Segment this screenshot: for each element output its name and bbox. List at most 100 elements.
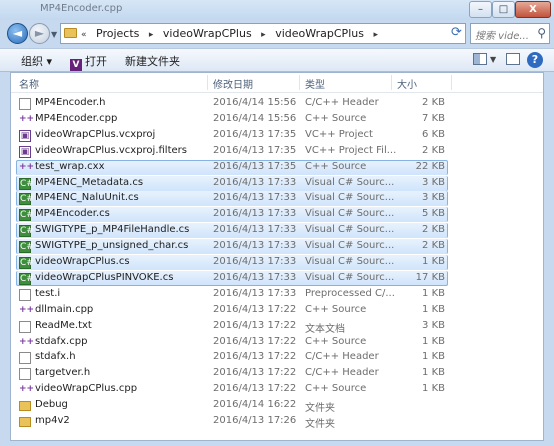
column-header-date[interactable]: 修改日期 — [213, 76, 253, 91]
file-date: 2016/4/13 17:35 — [213, 144, 297, 156]
file-name: videoWrapCPlus.vcxproj — [35, 128, 156, 140]
file-date: 2016/4/13 17:33 — [213, 256, 297, 267]
search-input[interactable]: 搜索 vide... ⚲ — [470, 23, 550, 44]
column-divider[interactable] — [207, 75, 208, 90]
breadcrumb-separator[interactable]: ▸ — [149, 30, 154, 40]
visual-studio-icon: V — [70, 59, 82, 71]
file-size: 5 KB — [422, 208, 445, 220]
breadcrumb-separator[interactable]: ▸ — [261, 30, 266, 40]
file-name: test_wrap.cxx — [35, 160, 105, 172]
file-row[interactable]: ReadMe.txt 2016/4/13 17:22 文本文档 3 KB — [11, 319, 543, 335]
forward-button[interactable]: ► — [29, 23, 50, 44]
file-row[interactable]: mp4v2 2016/4/13 17:26 文件夹 — [11, 414, 543, 430]
file-name: dllmain.cpp — [35, 303, 94, 315]
file-type: C++ Source — [305, 160, 367, 172]
file-row[interactable]: C# MP4ENC_NaluUnit.cs 2016/4/13 17:33 Visua… — [11, 191, 543, 207]
title-bar[interactable]: MP4Encoder.cpp – □ X — [0, 0, 554, 20]
file-size: 2 KB — [422, 240, 445, 252]
preprocessed-file-icon — [19, 288, 31, 301]
back-button[interactable]: ◄ — [7, 23, 28, 44]
file-date: 2016/4/13 17:33 — [213, 287, 297, 299]
file-name: mp4v2 — [35, 415, 70, 426]
cpp-file-icon: ++ — [19, 113, 35, 124]
open-button[interactable]: V 打开 — [70, 53, 107, 71]
cs-file-icon: C# — [19, 241, 34, 254]
file-size: 7 KB — [422, 112, 445, 124]
column-divider[interactable] — [391, 75, 392, 90]
file-name: stdafx.cpp — [35, 335, 88, 347]
file-row[interactable]: MP4Encoder.h 2016/4/14 15:56 C/C++ Header 2… — [11, 96, 543, 112]
file-row[interactable]: C# SWIGTYPE_p_MP4FileHandle.cs 2016/4/13 1… — [11, 223, 543, 239]
search-placeholder: 搜索 vide... — [475, 31, 529, 42]
cpp-file-icon: ++ — [19, 384, 35, 395]
file-row[interactable]: ++ dllmain.cpp 2016/4/13 17:22 C++ Source 1 … — [11, 303, 543, 319]
file-row[interactable]: targetver.h 2016/4/13 17:22 C/C++ Header 1 … — [11, 366, 543, 382]
window-title: MP4Encoder.cpp — [40, 3, 123, 14]
file-date: 2016/4/14 15:56 — [213, 112, 297, 124]
maximize-button[interactable]: □ — [492, 1, 515, 18]
file-date: 2016/4/13 17:22 — [213, 351, 297, 363]
file-size: 2 KB — [422, 144, 445, 156]
file-date: 2016/4/13 17:35 — [213, 160, 297, 172]
header-file-icon — [19, 352, 31, 365]
file-row[interactable]: test.i 2016/4/13 17:33 Preprocessed C/... 1… — [11, 287, 543, 303]
column-divider[interactable] — [451, 75, 452, 90]
file-name: MP4Encoder.h — [35, 97, 106, 108]
new-folder-button[interactable]: 新建文件夹 — [125, 53, 180, 69]
file-size: 3 KB — [422, 319, 445, 331]
file-row[interactable]: C# MP4Encoder.cs 2016/4/13 17:33 Visual C# … — [11, 207, 543, 223]
file-row[interactable]: ▣ videoWrapCPlus.vcxproj 2016/4/13 17:35 VC… — [11, 128, 543, 144]
column-header-name[interactable]: 名称 — [19, 76, 39, 91]
file-size: 1 KB — [422, 367, 445, 379]
file-name: test.i — [35, 287, 61, 299]
breadcrumb-item-projects[interactable]: Projects — [96, 27, 139, 40]
column-header-size[interactable]: 大小 — [397, 76, 417, 91]
file-row[interactable]: Debug 2016/4/14 16:22 文件夹 — [11, 398, 543, 414]
refresh-icon[interactable]: ⟳ — [448, 23, 465, 43]
address-bar[interactable]: « Projects ▸ videoWrapCPlus ▸ videoWrapC… — [60, 23, 493, 44]
breadcrumb-overflow[interactable]: « — [81, 30, 87, 40]
file-size: 22 KB — [415, 160, 445, 172]
file-date: 2016/4/13 17:33 — [213, 176, 297, 188]
file-type: 文本文档 — [305, 323, 345, 335]
file-row[interactable]: ▣ videoWrapCPlus.vcxproj.filters 2016/4/13… — [11, 144, 543, 160]
vcxproj-filters-file-icon: ▣ — [19, 145, 31, 158]
file-row[interactable]: stdafx.h 2016/4/13 17:22 C/C++ Header 1 KB — [11, 350, 543, 366]
file-name: MP4ENC_Metadata.cs — [35, 176, 144, 188]
preview-pane-icon[interactable] — [506, 53, 520, 65]
file-row[interactable]: ++ stdafx.cpp 2016/4/13 17:22 C++ Source 1 K… — [11, 335, 543, 351]
file-date: 2016/4/14 15:56 — [213, 97, 297, 108]
cxx-file-icon: ++ — [19, 161, 35, 172]
change-view-icon[interactable] — [473, 53, 487, 65]
text-file-icon — [19, 320, 31, 333]
column-divider[interactable] — [299, 75, 300, 90]
file-size: 1 KB — [422, 351, 445, 363]
file-date: 2016/4/14 16:22 — [213, 399, 297, 411]
chevron-down-icon[interactable]: ▼ — [490, 55, 496, 64]
close-button[interactable]: X — [515, 1, 551, 18]
cs-file-icon: C# — [19, 209, 34, 222]
file-name: MP4ENC_NaluUnit.cs — [35, 192, 139, 204]
column-header-type[interactable]: 类型 — [305, 76, 325, 91]
breadcrumb-item-videowrapcplus[interactable]: videoWrapCPlus — [163, 27, 252, 40]
file-row[interactable]: ++ videoWrapCPlus.cpp 2016/4/13 17:22 C++ S… — [11, 382, 543, 398]
minimize-button[interactable]: – — [469, 1, 492, 18]
cs-file-icon: C# — [19, 272, 34, 285]
file-row[interactable]: C# SWIGTYPE_p_unsigned_char.cs 2016/4/13 1… — [11, 239, 543, 255]
breadcrumb-separator[interactable]: ▸ — [373, 30, 378, 40]
header-file-icon — [19, 98, 31, 110]
breadcrumb-item-videowrapcplus-current[interactable]: videoWrapCPlus — [275, 27, 364, 40]
organize-button[interactable]: 组织 ▾ — [21, 53, 52, 69]
explorer-window: MP4Encoder.cpp – □ X ◄ ► ▼ « Projects ▸ … — [0, 0, 554, 446]
file-row[interactable]: ++ MP4Encoder.cpp 2016/4/14 15:56 C++ Sourc… — [11, 112, 543, 128]
file-row[interactable]: ++ test_wrap.cxx 2016/4/13 17:35 C++ Source… — [11, 159, 543, 176]
file-row[interactable]: C# videoWrapCPlus.cs 2016/4/13 17:33 Visual… — [11, 255, 543, 271]
file-date: 2016/4/13 17:33 — [213, 208, 297, 220]
file-date: 2016/4/13 17:33 — [213, 192, 297, 204]
recent-pages-dropdown-icon[interactable]: ▼ — [51, 30, 57, 39]
file-name: videoWrapCPlus.vcxproj.filters — [35, 144, 187, 156]
file-row[interactable]: C# MP4ENC_Metadata.cs 2016/4/13 17:33 Visua… — [11, 175, 543, 192]
file-name: Debug — [35, 399, 68, 411]
help-icon[interactable]: ? — [527, 52, 543, 68]
file-row[interactable]: C# videoWrapCPlusPINVOKE.cs 2016/4/13 17:3… — [11, 270, 543, 287]
